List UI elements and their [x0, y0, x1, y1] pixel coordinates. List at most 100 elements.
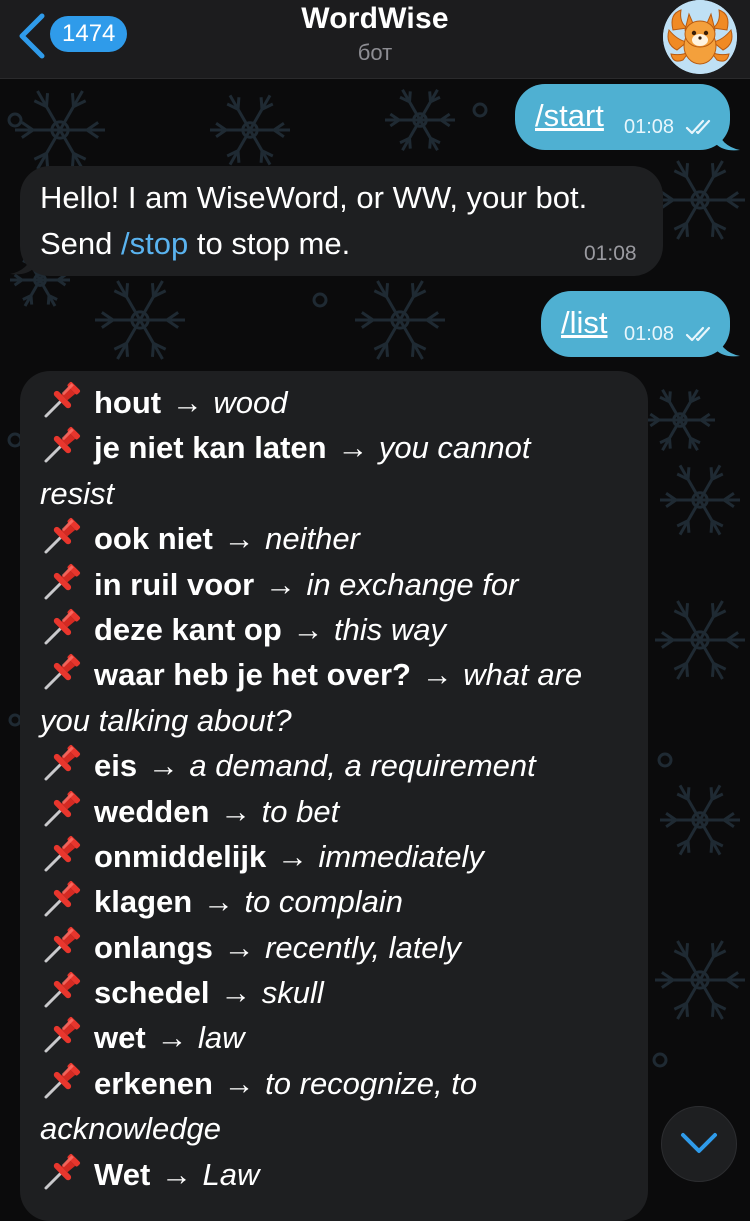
scroll-to-bottom-button[interactable]	[661, 1106, 737, 1182]
greeting-line-2: Send /stop to stop me.	[40, 226, 351, 261]
stop-command-link[interactable]: /stop	[121, 226, 188, 261]
pushpin-icon	[44, 654, 81, 690]
arrow-icon: →	[202, 884, 234, 920]
snowflake-doodle	[645, 388, 715, 452]
dutch-word: erkenen	[94, 1065, 213, 1101]
pushpin-icon	[44, 926, 81, 963]
arrow-icon: →	[276, 838, 308, 874]
translation-text: recently, lately	[265, 929, 461, 965]
list-item: eis → a demand, a requirement	[40, 743, 582, 788]
translation-text: this way	[334, 611, 446, 647]
double-check-icon	[685, 326, 711, 342]
dutch-word: wedden	[94, 793, 210, 829]
list-item: erkenen → to recognize, to	[40, 1061, 582, 1106]
list-item: hout → wood	[40, 380, 582, 425]
list-item: klagen → to complain	[40, 879, 582, 924]
snowflake-doodle	[355, 280, 445, 360]
dutch-word: hout	[94, 385, 162, 420]
pushpin-icon	[44, 790, 81, 827]
circle-doodle	[652, 1052, 668, 1068]
dutch-word: waar heb je het over?	[94, 657, 411, 693]
pushpin-icon	[44, 381, 81, 418]
double-check-icon	[685, 119, 711, 135]
pushpin-icon	[44, 972, 81, 1008]
snowflake-doodle	[655, 600, 745, 680]
snowflake-doodle	[385, 88, 455, 152]
translation-text: immediately	[318, 838, 484, 874]
snowflake-doodle	[660, 784, 740, 856]
dutch-word: Wet	[94, 1156, 151, 1192]
list-item: onmiddelijk → immediately	[40, 834, 582, 879]
word-list: hout → wood je niet kan laten → you canno…	[40, 380, 582, 1197]
list-item: in ruil voor → in exchange for	[40, 562, 582, 607]
list-item: Wet → Law	[40, 1152, 582, 1197]
translation-text: to complain	[244, 884, 403, 920]
snowflake-doodle	[655, 940, 745, 1020]
translation-text: to bet	[261, 793, 340, 829]
start-command-link[interactable]: /start	[535, 98, 604, 134]
pushpin-icon	[44, 1062, 81, 1099]
chevron-down-icon	[681, 1133, 717, 1153]
arrow-icon: →	[421, 657, 453, 693]
translation-text: resist	[40, 475, 115, 511]
list-item: schedel → skull	[40, 970, 582, 1015]
translation-text: acknowledge	[40, 1111, 221, 1147]
list-item: wedden → to bet	[40, 789, 582, 834]
chat-subtitle: бот	[357, 40, 393, 65]
arrow-icon: →	[171, 385, 203, 420]
message-time: 01:08	[624, 116, 675, 138]
fox-avatar-icon	[663, 0, 737, 74]
snowflake-doodle	[210, 94, 290, 166]
translation-text: Law	[202, 1156, 260, 1192]
bot-avatar[interactable]	[663, 0, 737, 74]
circle-doodle	[472, 102, 488, 118]
translation-text: you cannot	[378, 430, 531, 466]
arrow-icon: →	[160, 1156, 192, 1192]
arrow-icon: →	[264, 566, 296, 602]
list-item: ook niet → neither	[40, 516, 582, 561]
list-item: je niet kan laten → you cannot	[40, 425, 582, 470]
dutch-word: onmiddelijk	[94, 838, 267, 874]
pushpin-icon	[44, 427, 81, 463]
translation-text: neither	[265, 521, 360, 557]
dutch-word: je niet kan laten	[94, 430, 327, 466]
pushpin-icon	[44, 745, 81, 781]
snowflake-doodle	[660, 464, 740, 536]
list-item: deze kant op → this way	[40, 607, 582, 652]
list-item: onlangs → recently, lately	[40, 925, 582, 970]
arrow-icon: →	[337, 430, 369, 466]
dutch-word: wet	[94, 1020, 146, 1056]
incoming-message-word-list[interactable]: hout → wood je niet kan laten → you canno…	[20, 371, 648, 1221]
dutch-word: in ruil voor	[94, 566, 255, 602]
list-command-link[interactable]: /list	[561, 305, 608, 341]
translation-text: a demand, a requirement	[189, 748, 536, 784]
snowflake-doodle	[95, 280, 185, 360]
dutch-word: ook niet	[94, 521, 213, 557]
arrow-icon: →	[156, 1020, 188, 1056]
arrow-icon: →	[220, 793, 252, 829]
list-item-continuation: acknowledge	[40, 1106, 582, 1151]
pushpin-icon	[44, 1017, 81, 1053]
incoming-message-greeting[interactable]: Hello! I am WiseWord, or WW, your bot. S…	[20, 166, 663, 276]
circle-doodle	[7, 112, 23, 128]
arrow-icon: →	[220, 975, 252, 1011]
translation-text: wood	[213, 385, 288, 420]
arrow-icon: →	[223, 1065, 255, 1101]
message-time: 01:08	[624, 323, 675, 345]
arrow-icon: →	[223, 521, 255, 557]
circle-doodle	[312, 292, 328, 308]
arrow-icon: →	[223, 929, 255, 965]
dutch-word: onlangs	[94, 929, 213, 965]
list-item-continuation: resist	[40, 471, 582, 516]
greeting-line-1: Hello! I am WiseWord, or WW, your bot.	[40, 180, 588, 215]
snowflake-doodle	[15, 90, 105, 170]
pushpin-icon	[44, 608, 81, 645]
chat-title[interactable]: WordWise	[0, 2, 750, 36]
outgoing-message-list[interactable]: /list 01:08	[541, 291, 730, 357]
dutch-word: klagen	[94, 884, 193, 920]
list-item-continuation: you talking about?	[40, 698, 582, 743]
outgoing-message-start[interactable]: /start 01:08	[515, 84, 730, 150]
message-time: 01:08	[584, 242, 637, 265]
pushpin-icon	[44, 1153, 81, 1190]
list-item: wet → law	[40, 1015, 582, 1060]
